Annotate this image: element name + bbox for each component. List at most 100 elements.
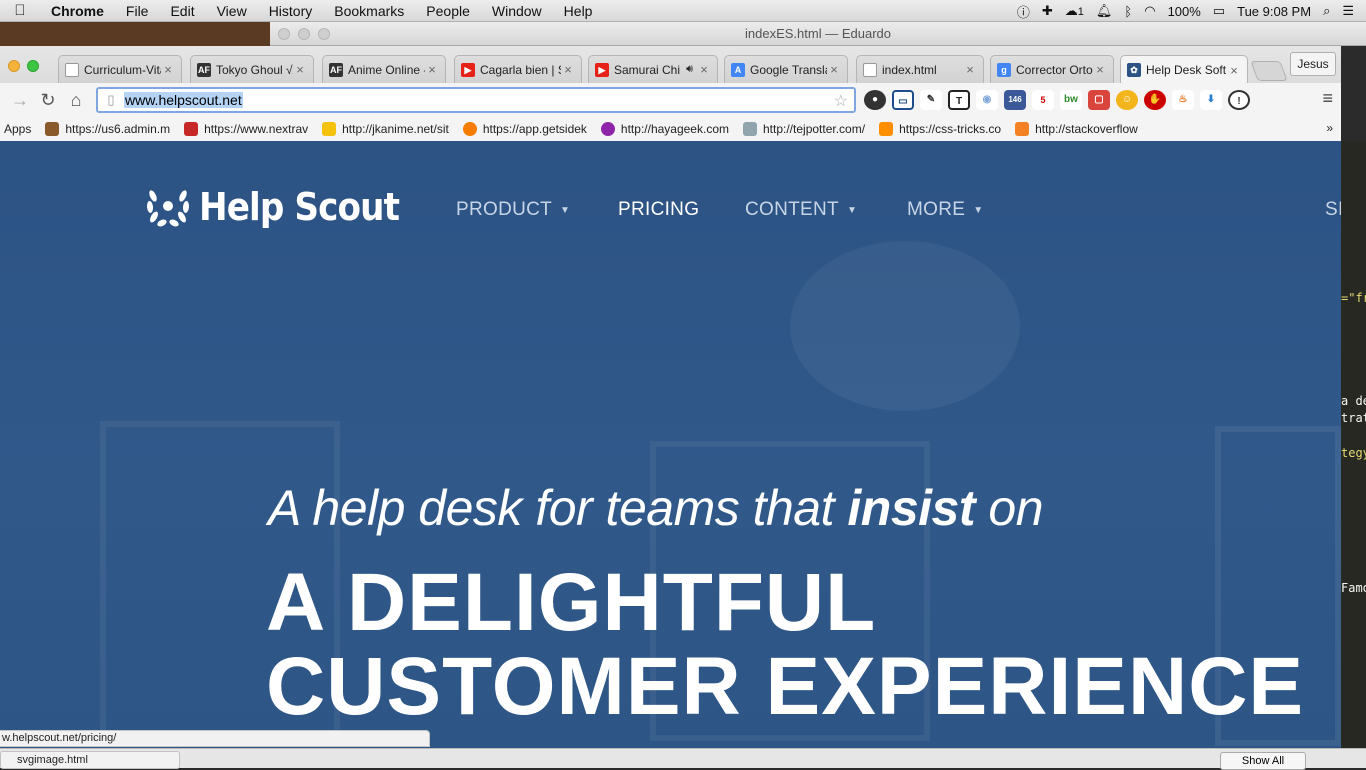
apple-icon[interactable]:  (0, 2, 40, 19)
download-item[interactable]: svgimage.html (0, 751, 180, 769)
menu-file[interactable]: File (115, 3, 160, 19)
minimize-button[interactable] (8, 60, 20, 72)
menu-history[interactable]: History (258, 3, 324, 19)
battery-percent: 100% (1167, 3, 1201, 19)
audio-playing-icon[interactable]: 🔊︎ (686, 63, 693, 76)
bookmark-label: http://tejpotter.com/ (763, 122, 866, 136)
pocket-icon[interactable]: ▢ (1088, 90, 1110, 110)
reload-icon[interactable]: ↻ (34, 90, 62, 111)
headline-line-2: CUSTOMER EXPERIENCE (266, 641, 1305, 732)
bookmark-item[interactable]: https://www.nextrav (184, 122, 308, 136)
helpscout-logo[interactable]: Help Scout (145, 185, 421, 229)
nav-product[interactable]: PRODUCT ▼ (456, 199, 570, 221)
menu-edit[interactable]: Edit (159, 3, 205, 19)
info-icon[interactable]: ! (1228, 90, 1250, 110)
bookmark-item[interactable]: https://css-tricks.co (879, 122, 1001, 136)
bookmark-label: http://stackoverflow (1035, 122, 1138, 136)
tab-label: Cagarla bien | S (480, 62, 561, 77)
adblock-icon[interactable]: ✋ (1144, 90, 1166, 110)
menu-bookmarks[interactable]: Bookmarks (323, 3, 415, 19)
wifi-icon[interactable]: ◠ (1144, 3, 1155, 19)
camera-icon[interactable]: ◉ (976, 90, 998, 110)
fire-icon[interactable]: ♨ (1172, 90, 1194, 110)
menu-window[interactable]: Window (481, 3, 553, 19)
menu-people[interactable]: People (415, 3, 481, 19)
close-tab-icon[interactable]: × (1093, 62, 1107, 77)
bookmark-item[interactable]: http://stackoverflow (1015, 122, 1138, 136)
address-bar[interactable]: ▯ www.helpscout.net ☆ (96, 87, 856, 113)
nav-label: PRICING (618, 199, 700, 220)
bookmark-item[interactable]: https://app.getsidek (462, 122, 587, 136)
background-window-title: indexES.html — Eduardo (745, 26, 891, 41)
zoom-button[interactable] (27, 60, 39, 72)
close-light[interactable] (278, 28, 290, 40)
tab-index-html[interactable]: index.html × (856, 55, 984, 83)
url-text[interactable]: www.helpscout.net (124, 92, 243, 108)
tagline-text: A help desk for teams that (268, 480, 848, 536)
nav-content[interactable]: CONTENT ▼ (745, 199, 857, 221)
show-all-downloads-button[interactable]: Show All (1220, 752, 1306, 770)
emoji-icon[interactable]: ☺ (1116, 90, 1138, 110)
bw-icon[interactable]: bw (1060, 90, 1082, 110)
tab-corrector[interactable]: g Corrector Ortog × (990, 55, 1114, 83)
spotlight-search-icon[interactable]: ⌕ (1323, 3, 1330, 19)
nav-signin[interactable]: SI (1325, 199, 1341, 221)
tab-anime-online[interactable]: AF Anime Online - × (322, 55, 446, 83)
background-editor-titlebar[interactable]: indexES.html — Eduardo (270, 22, 1366, 46)
bookmark-item[interactable]: http://jkanime.net/sit (322, 122, 449, 136)
close-tab-icon[interactable]: × (697, 62, 711, 77)
bookmark-item[interactable]: http://tejpotter.com/ (743, 122, 865, 136)
close-tab-icon[interactable]: × (561, 62, 575, 77)
eyedropper-icon[interactable]: ✎ (920, 90, 942, 110)
menu-help[interactable]: Help (553, 3, 604, 19)
menu-view[interactable]: View (206, 3, 258, 19)
nav-more[interactable]: MORE ▼ (907, 199, 983, 221)
home-icon[interactable]: ⌂ (62, 90, 90, 111)
notification-bell-icon[interactable]: 🔔︎ (1096, 3, 1113, 19)
download-icon[interactable]: ⬇ (1200, 90, 1222, 110)
text-icon[interactable]: T (948, 90, 970, 110)
plus-status-icon[interactable]: ✚ (1042, 3, 1053, 19)
chrome-menu-icon[interactable]: ≡ (1322, 88, 1333, 109)
clock[interactable]: Tue 9:08 PM (1237, 4, 1311, 19)
download-shelf: svgimage.html Show All (0, 748, 1366, 770)
close-tab-icon[interactable]: × (827, 62, 841, 77)
bookmarks-overflow-chevron[interactable]: » (1326, 121, 1333, 135)
nav-pricing[interactable]: PRICING (618, 199, 699, 221)
close-tab-icon[interactable]: × (963, 62, 977, 77)
bookmark-item[interactable]: http://hayageek.com (600, 122, 729, 136)
tab-curriculum[interactable]: Curriculum-Vita × (58, 55, 182, 83)
close-tab-icon[interactable]: × (1227, 63, 1241, 78)
tab-google-translate[interactable]: A Google Transla × (724, 55, 848, 83)
bookmark-item[interactable]: https://us6.admin.m (45, 122, 170, 136)
bookmark-star-icon[interactable]: ☆ (834, 91, 848, 111)
stack-icon[interactable]: 5 (1032, 90, 1054, 110)
battery-icon[interactable]: ▭ (1213, 3, 1225, 19)
profile-button[interactable]: Jesus (1290, 52, 1336, 76)
bookmarks-bar: Apps https://us6.admin.m https://www.nex… (0, 117, 1341, 141)
notification-center-icon[interactable]: ☰ (1342, 3, 1354, 19)
zoom-light[interactable] (318, 28, 330, 40)
info-status-icon[interactable]: ⓘ (1017, 2, 1030, 21)
back-arrow-icon[interactable]: → (6, 90, 34, 111)
minimize-light[interactable] (298, 28, 310, 40)
bluetooth-icon[interactable]: ᛒ (1124, 4, 1132, 19)
tab-help-desk[interactable]: ✿ Help Desk Soft × (1120, 55, 1248, 84)
menu-app-name[interactable]: Chrome (40, 3, 115, 19)
like-icon[interactable]: 146 (1004, 90, 1026, 110)
tab-tokyo-ghoul[interactable]: AF Tokyo Ghoul √A × (190, 55, 314, 83)
bookmark-apps[interactable]: Apps (4, 122, 31, 136)
tagline-emphasis: insist (847, 480, 975, 536)
google-icon: g (997, 62, 1011, 77)
tab-samurai[interactable]: ▶ Samurai Chi 🔊︎ × (588, 55, 718, 83)
close-tab-icon[interactable]: × (161, 62, 175, 77)
close-tab-icon[interactable]: × (425, 62, 439, 77)
screenshot-icon[interactable]: ▭ (892, 90, 914, 110)
new-tab-button[interactable] (1250, 61, 1288, 81)
tab-cagarla-bien[interactable]: ▶ Cagarla bien | S × (454, 55, 582, 83)
bookmark-label: Apps (4, 122, 32, 136)
close-tab-icon[interactable]: × (293, 62, 307, 77)
colorzilla-icon[interactable]: ● (864, 90, 886, 110)
page-info-icon[interactable]: ▯ (98, 92, 124, 108)
cloud-status-icon[interactable]: ☁1 (1065, 3, 1084, 19)
